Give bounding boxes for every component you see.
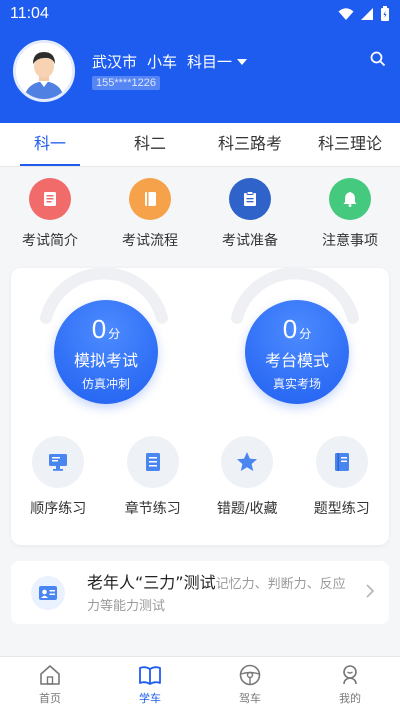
study-book-icon [139, 666, 161, 685]
practice-grid: 顺序练习 章节练习 错题/收藏 题型练习 [11, 436, 389, 518]
exam-hall-button[interactable]: 0分 考台模式 真实考场 [245, 300, 349, 404]
exam-intro-label: 考试简介 [22, 233, 78, 249]
location-selector[interactable]: 武汉市 小车 科目一 [92, 51, 248, 72]
exam-hall-unit: 分 [299, 327, 312, 341]
bottom-nav: 首页 学车 驾车 我的 [0, 656, 400, 712]
user-avatar-icon [16, 43, 72, 99]
tab-subject-1[interactable]: 科一 [0, 123, 100, 166]
sequential-practice[interactable]: 顺序练习 [11, 436, 106, 518]
mock-exam-name: 模拟考试 [73, 351, 138, 370]
chapter-list-icon[interactable] [126, 436, 179, 488]
tab-subject-2[interactable]: 科二 [100, 123, 200, 166]
status-bar: 11:04 [0, 0, 400, 27]
exam-process-label: 考试流程 [122, 233, 178, 249]
nav-profile-label: 我的 [339, 692, 361, 705]
steering-wheel-icon [239, 664, 261, 686]
exam-hall-sub: 真实考场 [272, 377, 321, 391]
signal-icon [361, 7, 373, 20]
nav-profile[interactable]: 我的 [300, 657, 400, 712]
chapter-practice-label: 章节练习 [124, 501, 181, 517]
profile-header: 武汉市 小车 科目一 155****1226 [0, 27, 400, 123]
exam-card: 0分 模拟考试 仿真冲刺 0分 考台模式 真实考场 顺序练习 章节练习 错题/收… [11, 268, 389, 545]
mistakes-favorites[interactable]: 错题/收藏 [200, 436, 295, 518]
mock-exam-unit: 分 [108, 327, 121, 341]
profile-icon [343, 665, 357, 685]
exam-hall-score: 0 [282, 314, 298, 344]
exam-hall-name: 考台模式 [264, 351, 329, 370]
city-label[interactable]: 武汉市 [92, 51, 137, 72]
nav-drive[interactable]: 驾车 [200, 657, 300, 712]
elder-test-text: 老年人“三力”测试记忆力、判断力、反应力等能力测试 [87, 572, 357, 618]
mock-exam[interactable]: 0分 模拟考试 仿真冲刺 [40, 268, 168, 404]
tab-subject-3-theory[interactable]: 科三理论 [300, 123, 400, 166]
chapter-practice[interactable]: 章节练习 [106, 436, 201, 518]
vehicle-label[interactable]: 小车 [147, 51, 177, 72]
question-type-practice-label: 题型练习 [313, 501, 370, 517]
nav-study[interactable]: 学车 [100, 657, 200, 712]
book-icon[interactable] [129, 178, 171, 220]
nav-drive-label: 驾车 [239, 692, 261, 705]
quick-links: 考试简介 考试流程 考试准备 注意事项 [0, 178, 400, 258]
nav-home[interactable]: 首页 [0, 657, 100, 712]
subject-tabs: 科一 科二 科三路考 科三理论 [0, 123, 400, 167]
mistakes-favorites-label: 错题/收藏 [216, 501, 278, 517]
exam-process-item[interactable]: 考试流程 [100, 178, 200, 258]
nav-study-label: 学车 [139, 692, 161, 705]
elder-test-title: 老年人“三力”测试 [87, 573, 216, 592]
monitor-icon[interactable] [32, 436, 85, 488]
exam-intro-item[interactable]: 考试简介 [0, 178, 100, 258]
caret-down-icon[interactable] [236, 58, 248, 66]
question-type-practice[interactable]: 题型练习 [295, 436, 390, 518]
id-card-icon [31, 576, 65, 610]
elder-test-banner[interactable]: 老年人“三力”测试记忆力、判断力、反应力等能力测试 [11, 561, 389, 624]
home-icon [40, 665, 60, 685]
exam-hall-mode[interactable]: 0分 考台模式 真实考场 [231, 268, 359, 404]
document-icon[interactable] [29, 178, 71, 220]
battery-icon [381, 5, 389, 21]
book-type-icon[interactable] [315, 436, 368, 488]
notes-label: 注意事项 [322, 233, 378, 249]
exam-prep-item[interactable]: 考试准备 [200, 178, 300, 258]
wifi-icon [338, 7, 354, 20]
tab-subject-3-road[interactable]: 科三路考 [200, 123, 300, 166]
checklist-icon[interactable] [229, 178, 271, 220]
notes-item[interactable]: 注意事项 [300, 178, 400, 258]
phone-number: 155****1226 [92, 76, 160, 90]
exam-prep-label: 考试准备 [222, 233, 278, 249]
sequential-practice-label: 顺序练习 [30, 501, 87, 517]
avatar[interactable] [13, 40, 75, 102]
mock-exam-sub: 仿真冲刺 [81, 377, 130, 391]
status-time: 11:04 [10, 4, 49, 22]
mock-exam-score: 0 [91, 314, 107, 344]
subject-label[interactable]: 科目一 [187, 51, 232, 72]
nav-home-label: 首页 [39, 692, 61, 705]
mock-exam-button[interactable]: 0分 模拟考试 仿真冲刺 [54, 300, 158, 404]
search-icon[interactable] [370, 51, 386, 67]
star-icon[interactable] [221, 436, 274, 488]
bell-icon[interactable] [329, 178, 371, 220]
chevron-right-icon[interactable] [365, 583, 375, 599]
